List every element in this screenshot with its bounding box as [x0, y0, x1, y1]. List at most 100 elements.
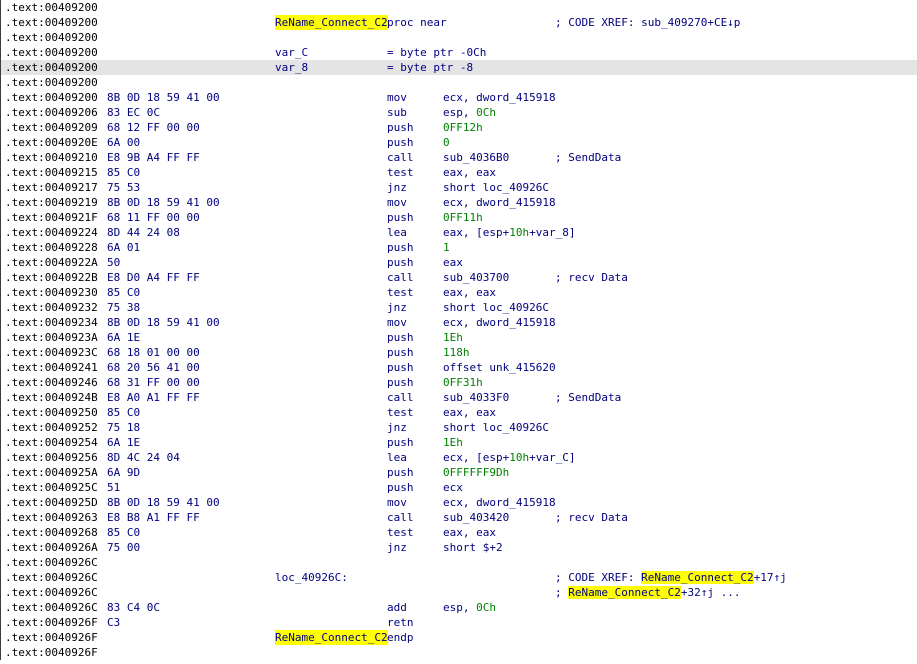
mnemonic[interactable]: test — [387, 405, 414, 420]
address[interactable]: .text:0040926C — [5, 555, 98, 570]
mnemonic[interactable]: push — [387, 330, 414, 345]
operand[interactable]: sub_4033F0 — [443, 390, 509, 405]
mnemonic[interactable]: lea — [387, 225, 407, 240]
mnemonic[interactable]: jnz — [387, 300, 407, 315]
operand-number[interactable]: 0 — [443, 136, 450, 149]
operand-text[interactable]: esp, — [443, 601, 476, 614]
xref-link[interactable]: ReName_Connect_C2 — [641, 571, 754, 584]
operand[interactable]: sub_4036B0 — [443, 150, 509, 165]
address[interactable]: .text:00409200 — [5, 0, 98, 15]
mnemonic[interactable]: push — [387, 345, 414, 360]
operand[interactable]: ecx, [esp+10h+var_C] — [443, 450, 575, 465]
listing-line[interactable]: .text:00409200 ReName_Connect_C2 proc near… — [0, 15, 918, 30]
opcode-bytes[interactable]: 68 11 FF 00 00 — [107, 210, 200, 225]
listing-line[interactable]: .text:00409200 — [0, 0, 918, 15]
operand-text[interactable]: eax, [esp+ — [443, 226, 509, 239]
operand-number[interactable]: 1 — [443, 241, 450, 254]
operand[interactable]: 0FF31h — [443, 375, 483, 390]
listing-line[interactable]: .text:0040924B E8 A0 A1 FF FF call sub_4033… — [0, 390, 918, 405]
mnemonic[interactable]: sub — [387, 105, 407, 120]
opcode-bytes[interactable]: 68 18 01 00 00 — [107, 345, 200, 360]
operand[interactable]: eax, [esp+10h+var_8] — [443, 225, 575, 240]
address[interactable]: .text:0040921F — [5, 210, 98, 225]
mnemonic[interactable]: mov — [387, 90, 407, 105]
operand-number[interactable]: 0FF31h — [443, 376, 483, 389]
operand[interactable]: short loc_40926C — [443, 180, 549, 195]
operand[interactable]: sub_403420 — [443, 510, 509, 525]
address[interactable]: .text:0040924B — [5, 390, 98, 405]
listing-line[interactable]: .text:0040925A 6A 9D push 0FFFFFF9Dh — [0, 465, 918, 480]
address[interactable]: .text:0040922B — [5, 270, 98, 285]
label-definition[interactable]: = byte ptr -8 — [387, 60, 473, 75]
opcode-bytes[interactable]: 8B 0D 18 59 41 00 — [107, 495, 220, 510]
opcode-bytes[interactable]: 6A 1E — [107, 330, 140, 345]
address[interactable]: .text:0040926C — [5, 600, 98, 615]
listing-line[interactable]: .text:00409210 E8 9B A4 FF FF call sub_4036… — [0, 150, 918, 165]
operand-text[interactable]: eax — [443, 256, 463, 269]
operand-number[interactable]: 0FFFFFF9Dh — [443, 466, 509, 479]
listing-line[interactable]: .text:0040926C; ReName_Connect_C2+32↑j .… — [0, 585, 918, 600]
listing-line[interactable]: .text:0040925C 51 push ecx — [0, 480, 918, 495]
operand-text[interactable]: sub_403700 — [443, 271, 509, 284]
listing-line[interactable]: .text:0040926C 83 C4 0C add esp, 0Ch — [0, 600, 918, 615]
opcode-bytes[interactable]: 85 C0 — [107, 285, 140, 300]
code-label[interactable]: ReName_Connect_C2 — [275, 630, 388, 645]
opcode-bytes[interactable]: E8 A0 A1 FF FF — [107, 390, 200, 405]
operand-tail[interactable]: +var_C] — [529, 451, 575, 464]
listing-line[interactable]: .text:00409263 E8 B8 A1 FF FF call sub_4034… — [0, 510, 918, 525]
address[interactable]: .text:0040922A — [5, 255, 98, 270]
mnemonic[interactable]: call — [387, 510, 414, 525]
opcode-bytes[interactable]: E8 D0 A4 FF FF — [107, 270, 200, 285]
address[interactable]: .text:00409268 — [5, 525, 98, 540]
operand-text[interactable]: ecx — [443, 481, 463, 494]
address[interactable]: .text:00409219 — [5, 195, 98, 210]
listing-line[interactable]: .text:0040920E 6A 00 push 0 — [0, 135, 918, 150]
opcode-bytes[interactable]: 8D 44 24 08 — [107, 225, 180, 240]
listing-line[interactable]: .text:0040923C 68 18 01 00 00 push 118h — [0, 345, 918, 360]
address[interactable]: .text:00409250 — [5, 405, 98, 420]
address[interactable]: .text:00409209 — [5, 120, 98, 135]
mnemonic[interactable]: push — [387, 120, 414, 135]
mnemonic[interactable]: mov — [387, 315, 407, 330]
listing-line[interactable]: .text:00409252 75 18 jnz short loc_40926C — [0, 420, 918, 435]
opcode-bytes[interactable]: 8B 0D 18 59 41 00 — [107, 195, 220, 210]
address[interactable]: .text:00409228 — [5, 240, 98, 255]
opcode-bytes[interactable]: 6A 1E — [107, 435, 140, 450]
opcode-bytes[interactable]: 8B 0D 18 59 41 00 — [107, 315, 220, 330]
listing-line[interactable]: .text:0040926C — [0, 555, 918, 570]
mnemonic[interactable]: push — [387, 360, 414, 375]
label-definition[interactable]: = byte ptr -0Ch — [387, 45, 486, 60]
address[interactable]: .text:00409252 — [5, 420, 98, 435]
address[interactable]: .text:00409241 — [5, 360, 98, 375]
operand[interactable]: ecx, dword_415918 — [443, 495, 556, 510]
mnemonic[interactable]: push — [387, 240, 414, 255]
mnemonic[interactable]: call — [387, 390, 414, 405]
listing-line[interactable]: .text:00409234 8B 0D 18 59 41 00 mov ecx, d… — [0, 315, 918, 330]
address[interactable]: .text:00409206 — [5, 105, 98, 120]
mnemonic[interactable]: jnz — [387, 180, 407, 195]
operand-number[interactable]: 118h — [443, 346, 470, 359]
operand-number[interactable]: 10h — [509, 451, 529, 464]
address[interactable]: .text:0040923C — [5, 345, 98, 360]
mnemonic[interactable]: test — [387, 525, 414, 540]
opcode-bytes[interactable]: 85 C0 — [107, 165, 140, 180]
address[interactable]: .text:00409230 — [5, 285, 98, 300]
address[interactable]: .text:0040923A — [5, 330, 98, 345]
listing-line[interactable]: .text:0040922A 50 push eax — [0, 255, 918, 270]
listing-line[interactable]: .text:00409232 75 38 jnz short loc_40926C — [0, 300, 918, 315]
operand[interactable]: eax, eax — [443, 165, 496, 180]
opcode-bytes[interactable]: 50 — [107, 255, 120, 270]
operand[interactable]: 1Eh — [443, 435, 463, 450]
listing-line[interactable]: .text:00409228 6A 01 push 1 — [0, 240, 918, 255]
operand-text[interactable]: ecx, dword_415918 — [443, 91, 556, 104]
opcode-bytes[interactable]: 6A 01 — [107, 240, 140, 255]
operand-text[interactable]: eax, eax — [443, 286, 496, 299]
operand-number[interactable]: 1Eh — [443, 331, 463, 344]
operand[interactable]: eax — [443, 255, 463, 270]
mnemonic[interactable]: push — [387, 210, 414, 225]
operand-number[interactable]: 0Ch — [476, 601, 496, 614]
address[interactable]: .text:00409246 — [5, 375, 98, 390]
mnemonic[interactable]: test — [387, 285, 414, 300]
listing-line[interactable]: .text:00409215 85 C0 test eax, eax — [0, 165, 918, 180]
listing-line[interactable]: .text:00409268 85 C0 test eax, eax — [0, 525, 918, 540]
